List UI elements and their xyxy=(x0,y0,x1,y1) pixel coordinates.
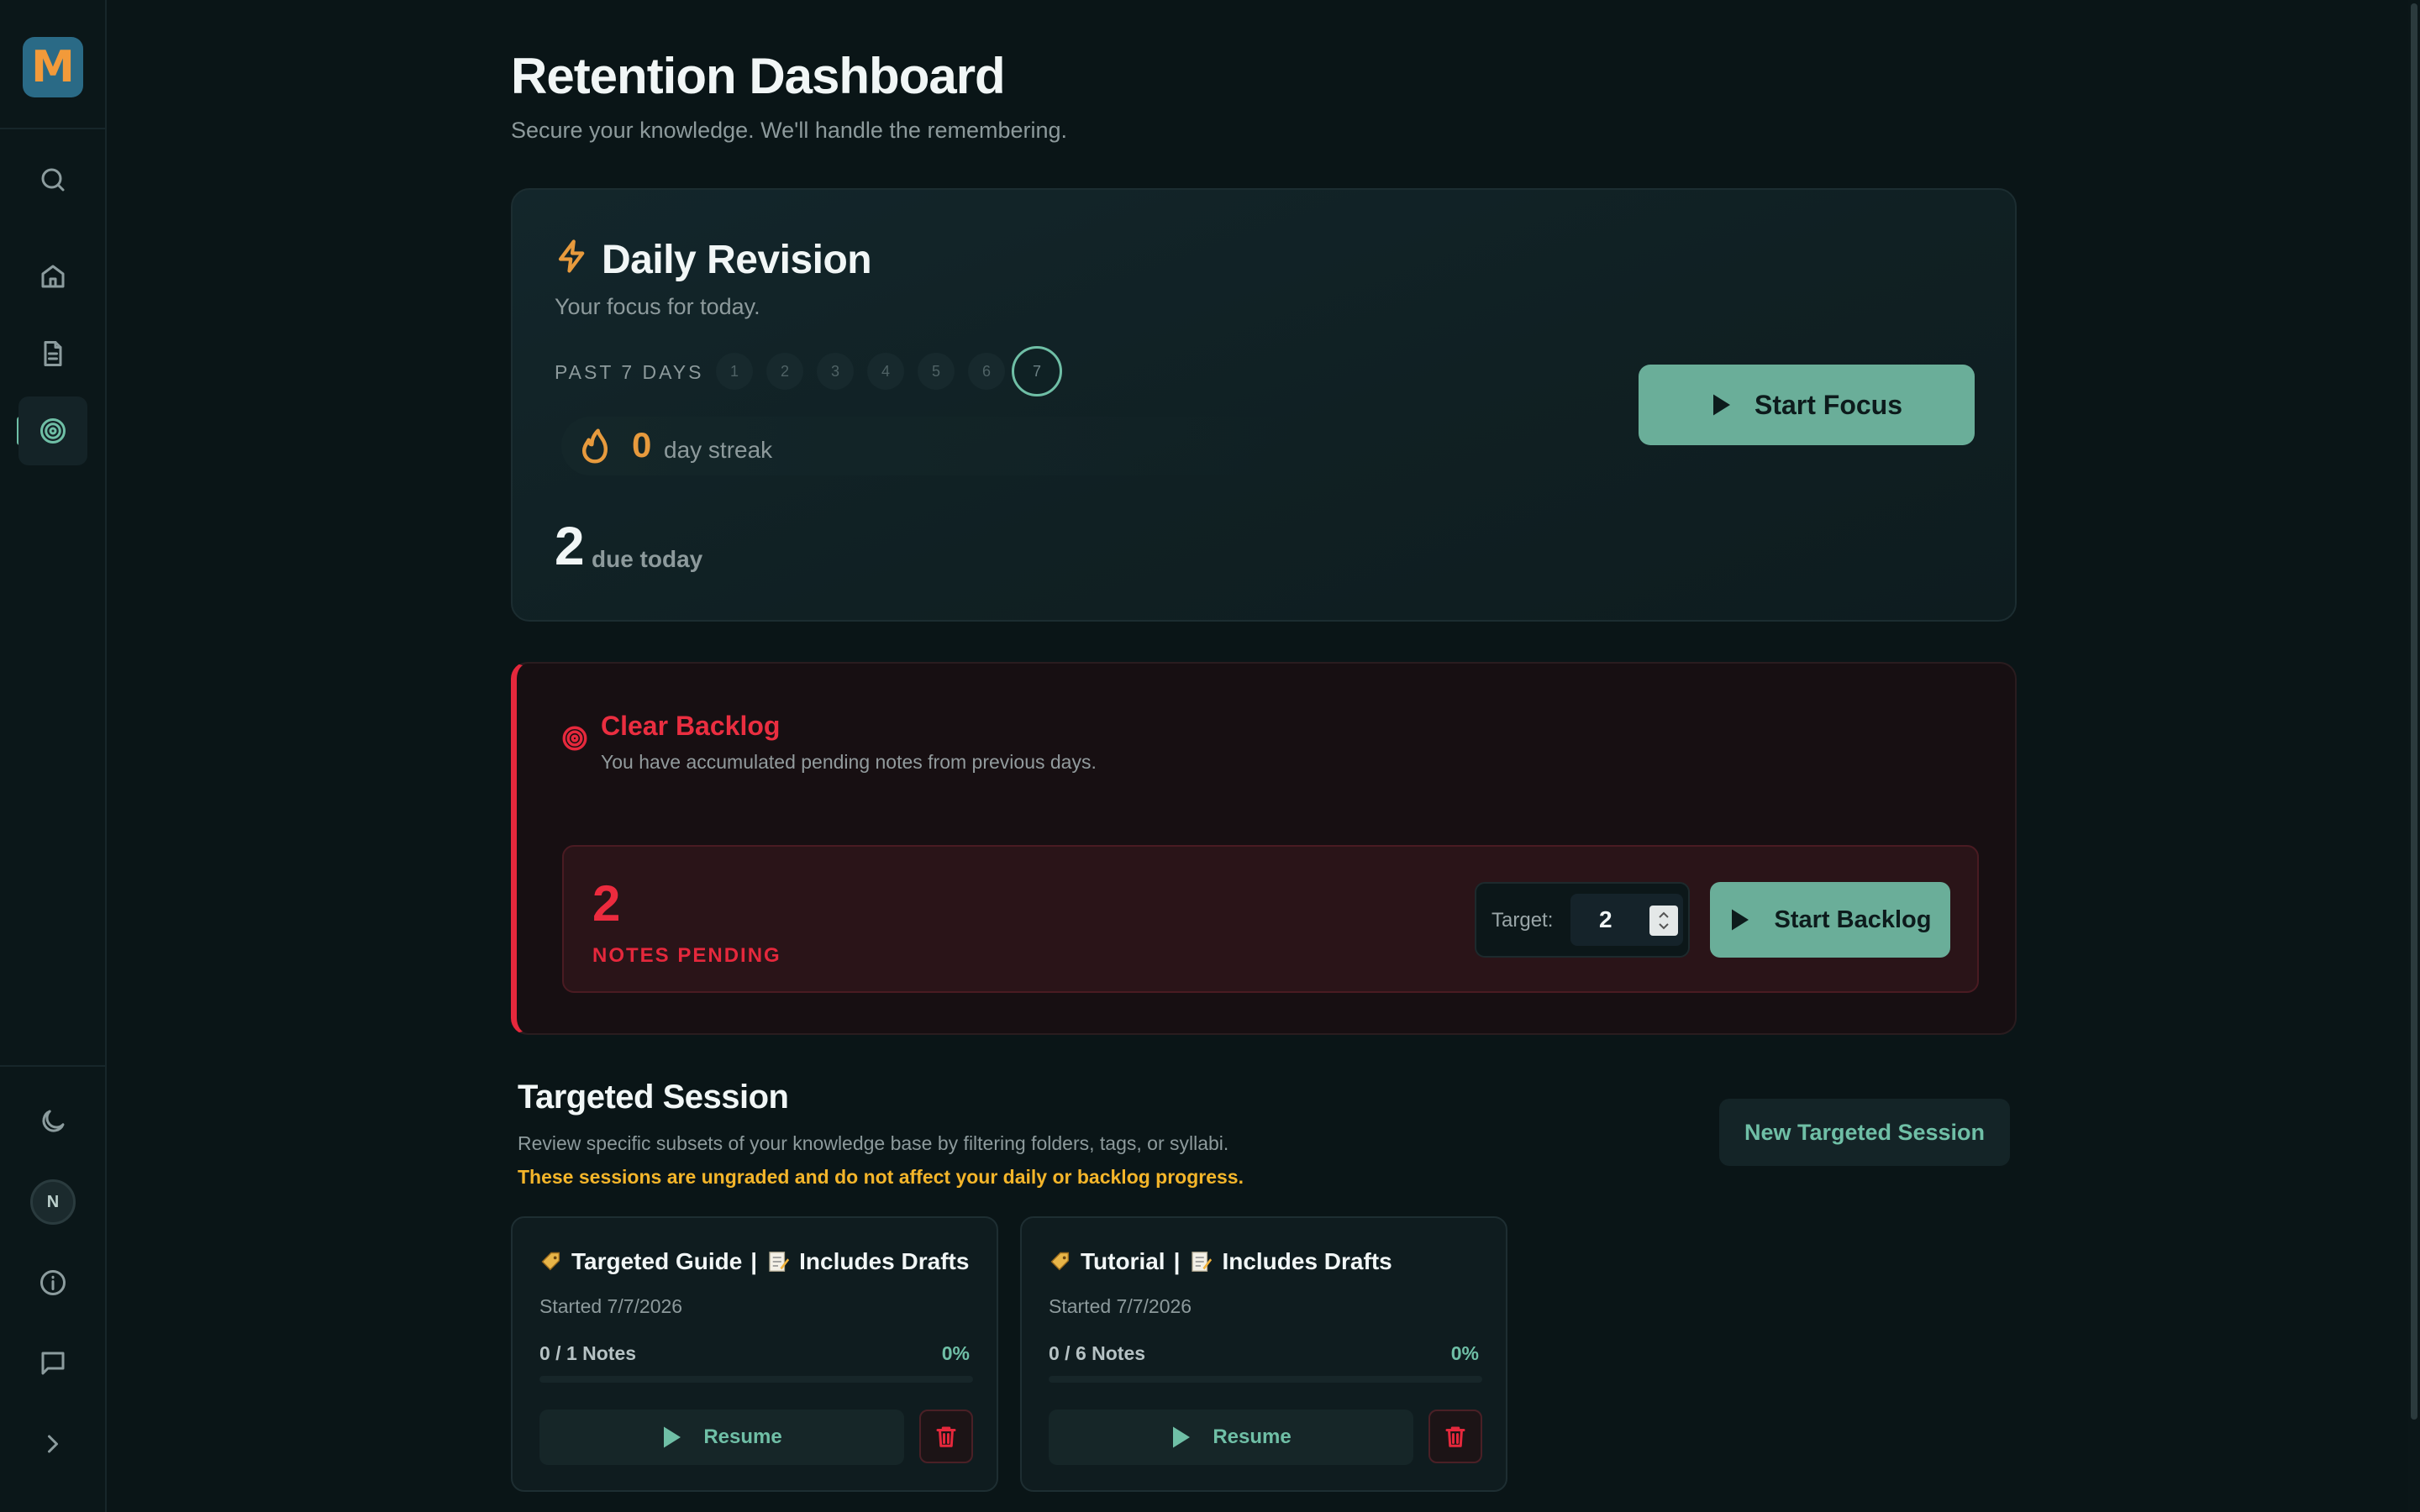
session-notes-count: 0 / 6 Notes xyxy=(1049,1342,1146,1364)
streak-indicator: 0 day streak xyxy=(561,417,1294,475)
start-backlog-button[interactable]: Start Backlog xyxy=(1710,882,1950,958)
memo-icon xyxy=(769,1252,790,1272)
info-button[interactable] xyxy=(18,1248,87,1317)
streak-count: 0 xyxy=(632,425,652,465)
session-card: Targeted Guide | Includes Drafts Started… xyxy=(511,1216,998,1492)
day-dot: 5 xyxy=(918,353,955,390)
resume-button[interactable]: Resume xyxy=(539,1410,904,1465)
daily-revision-subtitle: Your focus for today. xyxy=(555,294,760,319)
backlog-panel: 2 NOTES PENDING Target: Start Backlog xyxy=(562,845,1979,993)
streak-label: day streak xyxy=(664,437,773,463)
chat-icon xyxy=(41,1352,65,1375)
session-percent: 0% xyxy=(941,1342,970,1364)
avatar[interactable]: N xyxy=(30,1179,76,1225)
resume-button[interactable]: Resume xyxy=(1049,1410,1413,1465)
sidebar-item-retention[interactable] xyxy=(18,396,87,465)
tag-icon xyxy=(541,1252,560,1271)
resume-label: Resume xyxy=(1213,1425,1292,1448)
day-dot: 6 xyxy=(968,353,1005,390)
delete-session-button[interactable] xyxy=(919,1410,973,1463)
target-icon xyxy=(560,724,589,753)
document-icon xyxy=(44,341,62,366)
flame-icon xyxy=(576,427,613,465)
targeted-session-subtitle: Review specific subsets of your knowledg… xyxy=(518,1132,1229,1154)
session-name: Targeted Guide xyxy=(571,1248,743,1274)
session-progress-bar xyxy=(1049,1376,1482,1383)
sidebar-item-notes[interactable] xyxy=(18,319,87,388)
due-count: 2 xyxy=(555,516,585,576)
target-stepper[interactable] xyxy=(1649,906,1678,936)
sidebar-item-search[interactable] xyxy=(18,145,87,214)
target-control: Target: xyxy=(1475,882,1690,958)
past-days-label: PAST 7 DAYS xyxy=(555,361,704,383)
page-scrollbar[interactable] xyxy=(2408,0,2420,1512)
session-percent: 0% xyxy=(1450,1342,1479,1364)
page-subtitle: Secure your knowledge. We'll handle the … xyxy=(511,118,1068,143)
day-dot-today: 7 xyxy=(1012,346,1062,396)
session-progress-bar xyxy=(539,1376,973,1383)
search-icon xyxy=(41,168,65,192)
target-icon xyxy=(40,418,66,444)
page-title: Retention Dashboard xyxy=(511,48,1006,104)
session-drafts: Includes Drafts xyxy=(799,1248,970,1274)
lightning-icon xyxy=(555,239,590,274)
delete-session-button[interactable] xyxy=(1428,1410,1482,1463)
pending-count: 2 xyxy=(592,875,621,932)
sidebar-divider xyxy=(0,128,107,129)
sidebar: M N xyxy=(0,0,107,1512)
resume-label: Resume xyxy=(703,1425,782,1448)
backlog-title: Clear Backlog xyxy=(601,711,781,741)
day-dot: 2 xyxy=(766,353,803,390)
memo-icon xyxy=(1192,1252,1213,1272)
session-started: Started 7/7/2026 xyxy=(1049,1295,1192,1317)
session-card: Tutorial | Includes Drafts Started 7/7/2… xyxy=(1020,1216,1507,1492)
targeted-session-title: Targeted Session xyxy=(518,1079,789,1116)
separator: | xyxy=(1173,1248,1181,1274)
daily-revision-card: Daily Revision Your focus for today. PAS… xyxy=(511,188,2017,622)
home-icon xyxy=(41,265,65,288)
pending-label: NOTES PENDING xyxy=(592,944,781,967)
trash-icon xyxy=(1445,1426,1465,1447)
day-dot: 4 xyxy=(867,353,904,390)
scrollbar-thumb[interactable] xyxy=(2411,3,2417,1420)
new-targeted-session-button[interactable]: New Targeted Session xyxy=(1719,1099,2010,1166)
session-title: Tutorial | Includes Drafts xyxy=(1049,1248,1392,1275)
play-icon xyxy=(1173,1426,1191,1448)
start-backlog-label: Start Backlog xyxy=(1774,906,1932,933)
avatar-initial: N xyxy=(46,1192,60,1211)
play-icon xyxy=(664,1426,681,1448)
start-focus-button[interactable]: Start Focus xyxy=(1639,365,1975,445)
play-icon xyxy=(1712,394,1730,416)
session-title: Targeted Guide | Includes Drafts xyxy=(539,1248,969,1275)
session-name: Tutorial xyxy=(1081,1248,1165,1274)
tag-icon xyxy=(1050,1252,1070,1271)
app-logo[interactable]: M xyxy=(23,37,83,97)
backlog-card: Clear Backlog You have accumulated pendi… xyxy=(511,662,2017,1035)
backlog-subtitle: You have accumulated pending notes from … xyxy=(601,751,1097,773)
separator: | xyxy=(750,1248,758,1274)
daily-revision-title: Daily Revision xyxy=(602,238,872,282)
play-icon xyxy=(1731,909,1749,931)
session-notes-count: 0 / 1 Notes xyxy=(539,1342,637,1364)
target-label: Target: xyxy=(1491,909,1554,932)
targeted-session-warning: These sessions are ungraded and do not a… xyxy=(518,1166,1244,1188)
sidebar-divider xyxy=(0,1065,107,1067)
session-drafts: Includes Drafts xyxy=(1222,1248,1392,1274)
logo-letter: M xyxy=(31,42,75,92)
due-label: due today xyxy=(592,546,703,572)
session-started: Started 7/7/2026 xyxy=(539,1295,683,1317)
day-dot: 3 xyxy=(817,353,854,390)
chevron-right-icon xyxy=(48,1435,58,1453)
info-icon xyxy=(40,1270,66,1295)
theme-toggle[interactable] xyxy=(18,1087,87,1156)
day-dot: 1 xyxy=(716,353,753,390)
feedback-button[interactable] xyxy=(18,1329,87,1398)
moon-icon xyxy=(42,1110,65,1132)
trash-icon xyxy=(936,1426,956,1447)
sidebar-item-home[interactable] xyxy=(18,242,87,311)
start-focus-label: Start Focus xyxy=(1754,389,1903,420)
expand-sidebar-button[interactable] xyxy=(18,1410,87,1478)
